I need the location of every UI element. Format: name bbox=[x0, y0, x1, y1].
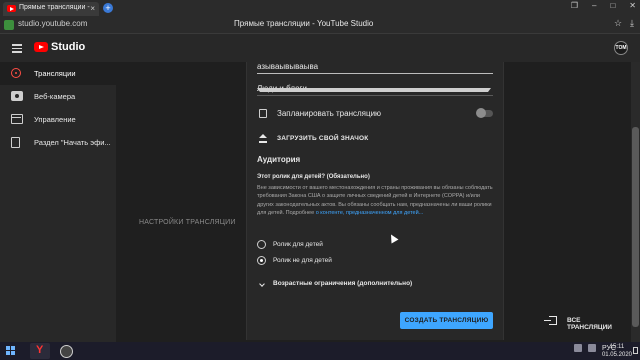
calendar-icon bbox=[11, 114, 23, 124]
maximize-icon[interactable]: □ bbox=[610, 1, 615, 10]
all-streams-button[interactable]: ВСЕ ТРАНСЛЯЦИИ bbox=[544, 314, 627, 331]
age-restrictions-toggle[interactable]: Возрастные ограничения (дополнительно) bbox=[257, 279, 493, 291]
live-icon bbox=[11, 68, 21, 78]
title-value: азываывываыва bbox=[257, 62, 319, 71]
bookmark-icon[interactable]: ☆ bbox=[614, 18, 622, 29]
sidebar-item-streams[interactable]: Трансляции bbox=[0, 62, 116, 85]
url-field[interactable]: studio.youtube.com bbox=[18, 19, 87, 28]
scrollbar-thumb[interactable] bbox=[632, 127, 639, 327]
create-stream-dialog: азываывываыва Люди и блоги Запланировать… bbox=[246, 62, 504, 340]
studio-logo-text[interactable]: Studio bbox=[51, 41, 85, 53]
radio-button[interactable] bbox=[257, 256, 266, 265]
youtube-favicon-icon bbox=[7, 5, 16, 12]
yandex-browser-icon[interactable] bbox=[30, 343, 50, 359]
sidebar-item-manage[interactable]: Управление bbox=[0, 108, 116, 131]
radio-made-for-kids[interactable]: Ролик для детей bbox=[257, 239, 493, 251]
avatar[interactable]: TOM bbox=[614, 41, 628, 55]
tab-close-icon[interactable]: × bbox=[90, 4, 95, 13]
restore-icon[interactable]: ❐ bbox=[571, 1, 578, 10]
radio-label: Ролик не для детей bbox=[273, 257, 332, 264]
new-tab-button[interactable]: + bbox=[103, 3, 113, 13]
address-actions: ☆ ⤓ bbox=[614, 18, 634, 29]
clock-time: 15:11 bbox=[609, 344, 625, 350]
clock[interactable]: 15:11 01.05.2020 bbox=[602, 343, 632, 359]
page-title: Прямые трансляции - YouTube Studio bbox=[234, 19, 374, 28]
browser-tab-bar: Прямые трансляции - × + ❐ – □ ✕ bbox=[0, 0, 640, 16]
mobile-icon bbox=[11, 137, 20, 148]
camera-icon bbox=[11, 91, 23, 101]
obs-icon[interactable] bbox=[56, 343, 76, 359]
title-field[interactable]: азываывываыва bbox=[257, 62, 493, 74]
minimize-icon[interactable]: – bbox=[592, 1, 596, 10]
address-bar: studio.youtube.com Прямые трансляции - Y… bbox=[0, 16, 640, 34]
chevron-down-icon bbox=[257, 88, 491, 92]
toggle-knob bbox=[476, 108, 486, 118]
hamburger-menu-icon[interactable] bbox=[12, 44, 22, 53]
sidebar-item-label: Веб-камера bbox=[34, 92, 76, 101]
made-for-kids-link[interactable]: о контенте, предназначенном для детей... bbox=[316, 210, 424, 216]
age-restrictions-label: Возрастные ограничения (дополнительно) bbox=[273, 280, 413, 287]
sidebar-item-mobile[interactable]: Раздел "Начать эфи... bbox=[0, 131, 116, 154]
category-select[interactable]: Люди и блоги bbox=[257, 82, 493, 96]
exit-icon bbox=[544, 316, 557, 325]
calendar-icon bbox=[259, 109, 267, 118]
audience-description: Вне зависимости от вашего местонахождени… bbox=[257, 184, 497, 217]
create-stream-button[interactable]: СОЗДАТЬ ТРАНСЛЯЦИЮ bbox=[400, 312, 493, 329]
close-window-icon[interactable]: ✕ bbox=[629, 1, 636, 10]
radio-button[interactable] bbox=[257, 240, 266, 249]
taskbar: РУС 15:11 01.05.2020 bbox=[0, 342, 640, 360]
windows-start-icon[interactable] bbox=[6, 346, 16, 356]
schedule-toggle[interactable] bbox=[476, 108, 493, 118]
sidebar-item-label: Трансляции bbox=[34, 69, 76, 78]
schedule-row: Запланировать трансляцию bbox=[257, 107, 493, 121]
tab-title: Прямые трансляции - bbox=[19, 4, 90, 11]
all-streams-label: ВСЕ ТРАНСЛЯЦИИ bbox=[567, 317, 612, 331]
download-icon[interactable]: ⤓ bbox=[630, 18, 634, 29]
lock-icon[interactable] bbox=[4, 20, 14, 30]
stream-settings-heading: НАСТРОЙКИ ТРАНСЛЯЦИИ bbox=[139, 219, 236, 226]
audience-question: Этот ролик для детей? (Обязательно) bbox=[257, 174, 370, 180]
notification-icon[interactable] bbox=[633, 347, 638, 354]
studio-header: Studio TOM bbox=[0, 34, 640, 62]
clock-date: 01.05.2020 bbox=[601, 352, 632, 358]
radio-not-made-for-kids[interactable]: Ролик не для детей bbox=[257, 255, 493, 267]
tray-icon[interactable] bbox=[573, 344, 582, 352]
sidebar-item-label: Раздел "Начать эфи... bbox=[34, 138, 111, 147]
chevron-down-icon bbox=[259, 281, 265, 287]
screen: Прямые трансляции - × + ❐ – □ ✕ studio.y… bbox=[0, 0, 640, 360]
window-controls: ❐ – □ ✕ bbox=[571, 1, 636, 10]
audience-heading: Аудитория bbox=[257, 155, 301, 164]
radio-label: Ролик для детей bbox=[273, 241, 323, 248]
sidebar: Трансляции Веб-камера Управление Раздел … bbox=[0, 62, 116, 342]
upload-label: ЗАГРУЗИТЬ СВОЙ ЗНАЧОК bbox=[277, 135, 369, 142]
upload-thumbnail-button[interactable]: ЗАГРУЗИТЬ СВОЙ ЗНАЧОК bbox=[257, 133, 493, 147]
sidebar-item-label: Управление bbox=[34, 115, 76, 124]
upload-icon bbox=[259, 134, 267, 143]
sidebar-item-webcam[interactable]: Веб-камера bbox=[0, 85, 116, 108]
youtube-logo-icon[interactable] bbox=[34, 42, 48, 52]
volume-icon[interactable] bbox=[587, 344, 596, 352]
browser-tab[interactable]: Прямые трансляции - × bbox=[3, 2, 99, 16]
schedule-label: Запланировать трансляцию bbox=[277, 109, 382, 118]
scrollbar[interactable] bbox=[631, 62, 640, 342]
